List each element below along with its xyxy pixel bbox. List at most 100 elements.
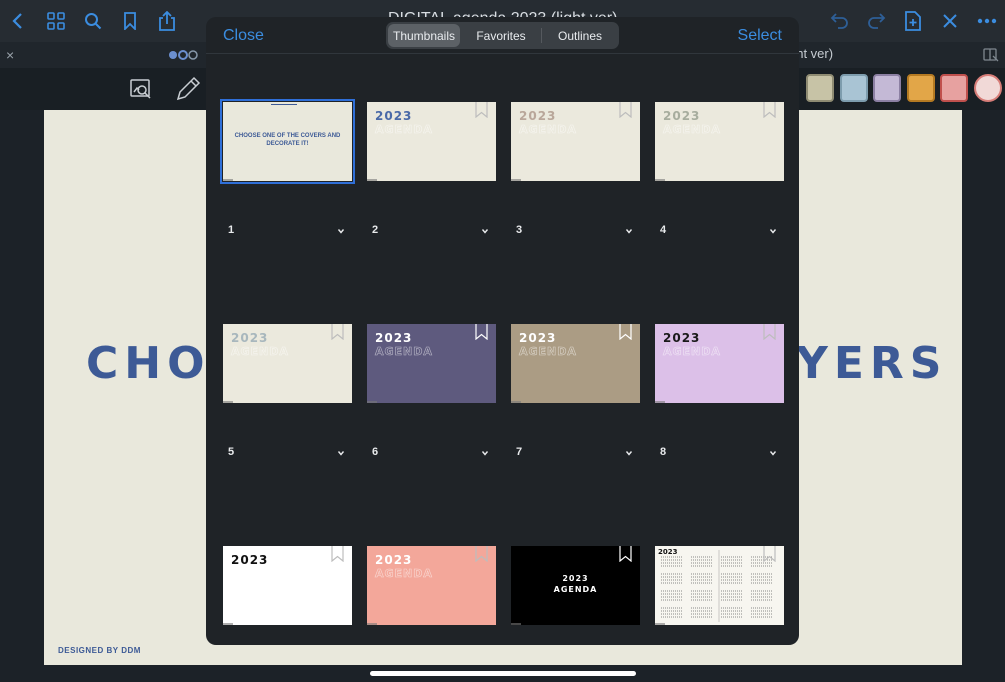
page-thumbnail[interactable]: 2023 AGENDA [511,102,640,181]
page-thumbnail[interactable]: 2023 [655,546,784,625]
sticker-swatch-3[interactable] [873,74,901,102]
reader-icon[interactable] [983,47,999,63]
tab-close-icon[interactable]: × [6,47,14,63]
page-number: 6 [372,446,379,458]
thumbnail-agenda: AGENDA [553,585,598,594]
bookmark-icon[interactable] [475,546,488,562]
thumbnail-agenda: AGENDA [663,123,721,137]
chevron-down-icon[interactable] [624,226,634,236]
thumbnail-panel: Close Thumbnails Favorites Outlines Sele… [206,17,799,645]
close-x-icon[interactable] [938,9,962,33]
panel-header: Close Thumbnails Favorites Outlines Sele… [206,17,799,54]
thumbnail-year: 2023 [562,574,589,583]
zoom-icon[interactable] [130,78,154,102]
bookmark-icon[interactable] [619,546,632,562]
page-thumbnail[interactable]: 2023 AGENDA [223,324,352,403]
tab-outlines[interactable]: Outlines [543,24,617,47]
page-label-row[interactable]: 8 [660,446,778,462]
chevron-down-icon[interactable] [336,226,346,236]
page-thumbnail[interactable]: 2023 AGENDA [367,102,496,181]
bookmark-icon[interactable] [331,546,344,562]
share-icon[interactable] [155,9,179,33]
bookmark-icon[interactable] [619,102,632,118]
thumbnail-cover-text: CHOOSE ONE OF THE COVERS AND DECORATE IT… [234,133,341,147]
tab-thumbnails[interactable]: Thumbnails [388,24,460,47]
undo-icon[interactable] [828,9,852,33]
thumbnail-year: 2023 [663,109,701,123]
thumbnail-progress [655,623,665,625]
thumbnail-agenda: AGENDA [375,345,433,359]
chevron-down-icon[interactable] [480,448,490,458]
bookmark-icon[interactable] [619,324,632,340]
chevron-down-icon[interactable] [768,226,778,236]
thumbnail-progress [511,623,521,625]
thumbnail-year: 2023 [231,331,269,345]
tab-favorites[interactable]: Favorites [463,24,539,47]
thumbnail-year: 2023 [375,553,413,567]
page-thumbnail[interactable]: 2023 AGENDA [511,324,640,403]
thumbnail-progress [511,179,521,181]
page-thumbnail[interactable]: 2023 AGENDA [367,324,496,403]
bookmark-icon[interactable] [475,324,488,340]
back-chevron-icon[interactable] [6,9,30,33]
page-thumbnail[interactable]: 2023 AGENDA [511,546,640,625]
search-icon[interactable] [81,9,105,33]
page-label-row[interactable]: 7 [516,446,634,462]
thumbnail-year: 2023 [231,553,269,567]
page-number: 7 [516,446,523,458]
chevron-down-icon[interactable] [480,226,490,236]
designed-by-text: DESIGNED BY DDM [58,646,141,655]
select-button[interactable]: Select [738,27,782,45]
view-segmented-control: Thumbnails Favorites Outlines [386,22,619,49]
bookmark-icon[interactable] [118,9,142,33]
thumbnail-progress [223,623,233,625]
page-thumbnail[interactable]: 2023 AGENDA [223,546,352,625]
grid-icon[interactable] [44,9,68,33]
thumbnail-progress [367,623,377,625]
thumbnail-progress [367,401,377,403]
bookmark-icon[interactable] [475,102,488,118]
page-label-row[interactable]: 2 [372,224,490,240]
sticker-swatch-6[interactable] [974,74,1002,102]
page-label-row[interactable]: 4 [660,224,778,240]
add-page-icon[interactable] [901,9,925,33]
thumbnail-agenda: AGENDA [375,123,433,137]
chevron-down-icon[interactable] [336,448,346,458]
more-icon[interactable] [975,9,999,33]
thumbnail-agenda: AGENDA [231,345,289,359]
page-thumbnail[interactable]: 2023 AGENDA [655,324,784,403]
sticker-swatch-5[interactable] [940,74,968,102]
page-label-row[interactable]: 3 [516,224,634,240]
thumbnail-progress [367,179,377,181]
bookmark-icon[interactable] [763,324,776,340]
page-thumbnail[interactable]: CHOOSE ONE OF THE COVERS AND DECORATE IT… [220,99,355,184]
bookmark-icon[interactable] [331,324,344,340]
thumbnail-year: 2023 [663,331,701,345]
pencil-icon[interactable] [175,76,201,102]
chevron-down-icon[interactable] [768,448,778,458]
thumbnail-progress [511,401,521,403]
cover-heading-right: YERS [796,338,948,389]
bookmark-icon[interactable] [763,546,776,562]
page-label-row[interactable]: 1 [228,224,346,240]
page-label-row[interactable]: 5 [228,446,346,462]
home-indicator[interactable] [370,671,636,676]
bookmark-icon[interactable] [763,102,776,118]
thumbnail-year: 2023 [375,331,413,345]
page-thumbnail[interactable]: 2023 AGENDA [367,546,496,625]
sticker-swatch-4[interactable] [907,74,935,102]
page-number: 3 [516,224,523,236]
tab-favicon-icon [168,48,198,62]
page-number: 8 [660,446,667,458]
chevron-down-icon[interactable] [624,448,634,458]
page-thumbnail[interactable]: 2023 AGENDA [655,102,784,181]
thumbnail-agenda: AGENDA [519,123,577,137]
sticker-swatch-1[interactable] [806,74,834,102]
redo-icon[interactable] [864,9,888,33]
page-number: 4 [660,224,667,236]
close-button[interactable]: Close [223,27,264,45]
page-label-row[interactable]: 6 [372,446,490,462]
page-number: 2 [372,224,379,236]
sticker-swatch-2[interactable] [840,74,868,102]
thumbnail-agenda: AGENDA [519,345,577,359]
